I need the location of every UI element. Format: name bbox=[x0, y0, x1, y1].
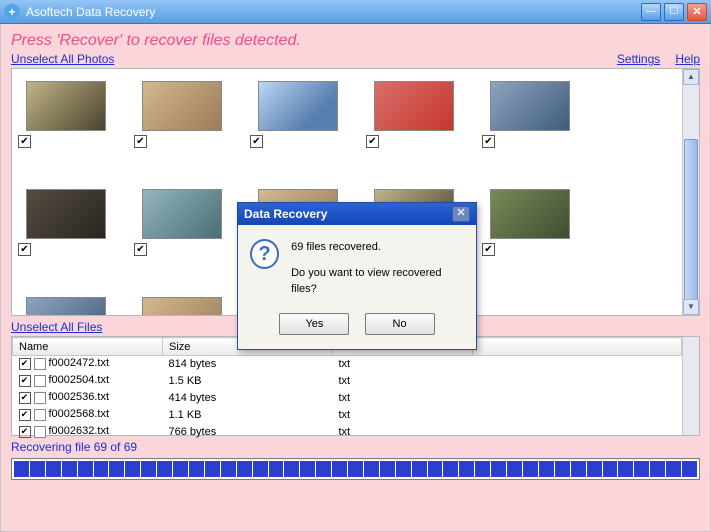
file-size: 1.5 KB bbox=[163, 373, 333, 390]
help-link[interactable]: Help bbox=[675, 52, 700, 66]
files-table: Name Size Extension f0002472.txt814 byte… bbox=[12, 337, 682, 441]
photo-thumb[interactable] bbox=[482, 187, 572, 277]
settings-link[interactable]: Settings bbox=[617, 52, 660, 66]
col-empty[interactable] bbox=[473, 338, 682, 356]
thumbnail-image bbox=[26, 189, 106, 239]
minimize-button[interactable]: — bbox=[641, 3, 661, 21]
photo-checkbox[interactable] bbox=[134, 243, 147, 256]
dialog-titlebar: Data Recovery ✕ bbox=[238, 203, 476, 225]
photo-checkbox[interactable] bbox=[250, 135, 263, 148]
files-scrollbar[interactable] bbox=[682, 337, 699, 435]
instruction-text: Press 'Recover' to recover files detecte… bbox=[11, 28, 700, 52]
dialog-line2: Do you want to view recovered files? bbox=[291, 265, 464, 297]
table-row[interactable]: f0002568.txt 1.1 KBtxt bbox=[13, 407, 682, 424]
recovery-dialog: Data Recovery ✕ ? 69 files recovered. Do… bbox=[237, 202, 477, 350]
file-checkbox[interactable] bbox=[19, 426, 31, 438]
file-name: f0002472.txt bbox=[49, 356, 110, 371]
file-checkbox[interactable] bbox=[19, 409, 31, 421]
file-recovery-panel: Name Size Extension f0002472.txt814 byte… bbox=[11, 336, 700, 436]
thumbnail-image bbox=[374, 81, 454, 131]
unselect-all-photos-link[interactable]: Unselect All Photos bbox=[11, 52, 114, 66]
file-checkbox[interactable] bbox=[19, 375, 31, 387]
thumbnail-image bbox=[142, 189, 222, 239]
col-name[interactable]: Name bbox=[13, 338, 163, 356]
scroll-thumb[interactable] bbox=[684, 139, 698, 309]
file-icon bbox=[34, 426, 46, 438]
thumbnail-image bbox=[26, 81, 106, 131]
unselect-all-files-link[interactable]: Unselect All Files bbox=[11, 320, 102, 334]
dialog-line1: 69 files recovered. bbox=[291, 239, 464, 255]
photo-thumb[interactable] bbox=[18, 295, 108, 315]
thumbnail-image bbox=[142, 81, 222, 131]
photo-checkbox[interactable] bbox=[134, 135, 147, 148]
photo-checkbox[interactable] bbox=[18, 243, 31, 256]
file-icon bbox=[34, 409, 46, 421]
file-name: f0002568.txt bbox=[49, 407, 110, 422]
file-size: 766 bytes bbox=[163, 424, 333, 441]
file-name: f0002632.txt bbox=[49, 424, 110, 439]
file-ext: txt bbox=[333, 356, 473, 374]
window-title: Asoftech Data Recovery bbox=[26, 5, 641, 19]
photo-thumb[interactable] bbox=[482, 79, 572, 169]
dialog-title: Data Recovery bbox=[244, 207, 327, 221]
file-size: 414 bytes bbox=[163, 390, 333, 407]
thumbnail-image bbox=[26, 297, 106, 315]
file-checkbox[interactable] bbox=[19, 392, 31, 404]
scroll-down-icon[interactable]: ▼ bbox=[683, 299, 699, 315]
file-name: f0002536.txt bbox=[49, 390, 110, 405]
dialog-text: 69 files recovered. Do you want to view … bbox=[291, 239, 464, 297]
file-icon bbox=[34, 375, 46, 387]
table-row[interactable]: f0002536.txt 414 bytestxt bbox=[13, 390, 682, 407]
file-ext: txt bbox=[333, 424, 473, 441]
photo-checkbox[interactable] bbox=[366, 135, 379, 148]
file-icon bbox=[34, 358, 46, 370]
thumbnail-image bbox=[490, 81, 570, 131]
yes-button[interactable]: Yes bbox=[279, 313, 349, 335]
file-ext: txt bbox=[333, 373, 473, 390]
topbar: Unselect All Photos Settings Help bbox=[11, 52, 700, 66]
photo-thumb[interactable] bbox=[18, 79, 108, 169]
table-row[interactable]: f0002472.txt 814 bytestxt bbox=[13, 356, 682, 374]
photo-thumb[interactable] bbox=[134, 79, 224, 169]
photo-thumb[interactable] bbox=[366, 79, 456, 169]
photo-checkbox[interactable] bbox=[18, 135, 31, 148]
main-panel: Press 'Recover' to recover files detecte… bbox=[0, 24, 711, 532]
window-buttons: — ☐ ✕ bbox=[641, 3, 707, 21]
progress-bar bbox=[11, 458, 700, 480]
table-row[interactable]: f0002504.txt 1.5 KBtxt bbox=[13, 373, 682, 390]
file-size: 1.1 KB bbox=[163, 407, 333, 424]
thumbnail-image bbox=[142, 297, 222, 315]
photo-checkbox[interactable] bbox=[482, 135, 495, 148]
close-button[interactable]: ✕ bbox=[687, 3, 707, 21]
no-button[interactable]: No bbox=[365, 313, 435, 335]
file-checkbox[interactable] bbox=[19, 358, 31, 370]
thumbnail-image bbox=[258, 81, 338, 131]
app-logo-icon: + bbox=[4, 4, 20, 20]
file-name: f0002504.txt bbox=[49, 373, 110, 388]
photo-thumb[interactable] bbox=[134, 295, 224, 315]
file-ext: txt bbox=[333, 407, 473, 424]
photo-thumb[interactable] bbox=[134, 187, 224, 277]
dialog-close-button[interactable]: ✕ bbox=[452, 206, 470, 222]
file-icon bbox=[34, 392, 46, 404]
maximize-button[interactable]: ☐ bbox=[664, 3, 684, 21]
question-icon: ? bbox=[250, 239, 279, 269]
photo-checkbox[interactable] bbox=[482, 243, 495, 256]
scroll-up-icon[interactable]: ▲ bbox=[683, 69, 699, 85]
titlebar: + Asoftech Data Recovery — ☐ ✕ bbox=[0, 0, 711, 24]
file-size: 814 bytes bbox=[163, 356, 333, 374]
photo-scrollbar[interactable]: ▲ ▼ bbox=[682, 69, 699, 315]
thumbnail-image bbox=[490, 189, 570, 239]
table-row[interactable]: f0002632.txt 766 bytestxt bbox=[13, 424, 682, 441]
photo-thumb[interactable] bbox=[250, 79, 340, 169]
photo-thumb[interactable] bbox=[18, 187, 108, 277]
file-ext: txt bbox=[333, 390, 473, 407]
